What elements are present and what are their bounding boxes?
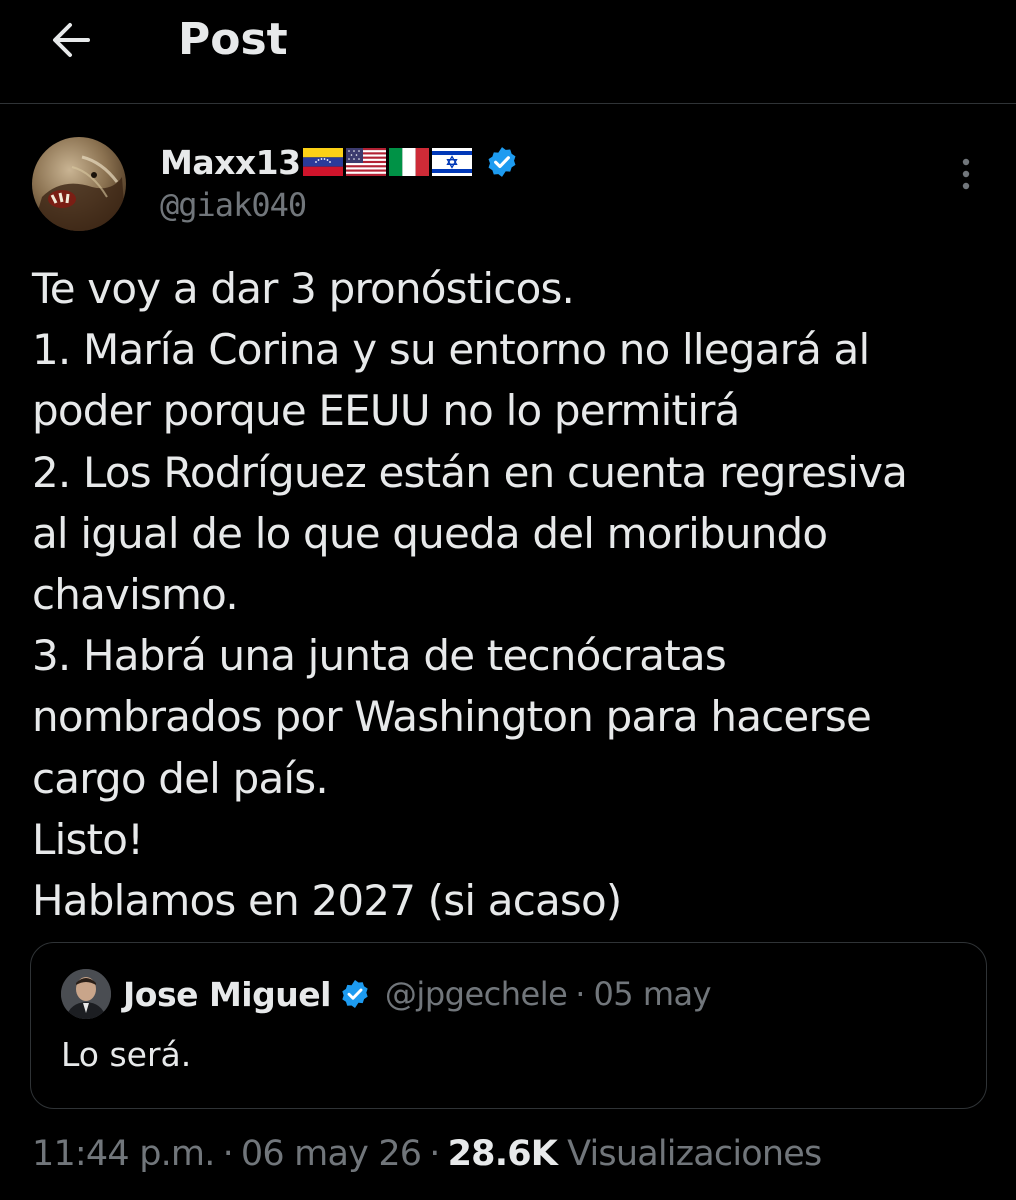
post-text-line: cargo del país. [32,753,329,803]
verified-badge-icon [342,980,368,1008]
post-text-line: Te voy a dar 3 pronósticos. [32,264,575,313]
usa-flag-icon [345,148,386,176]
post-text: Te voy a dar 3 pronósticos. 1. María Cor… [32,258,992,931]
post-text-line: poder porque EEUU no lo permitirá [32,386,740,436]
back-button[interactable] [40,12,100,68]
quoted-post-text: Lo será. [61,1035,192,1074]
more-options-button[interactable] [946,152,986,196]
author-name-row[interactable]: Maxx13 [160,140,519,184]
author-avatar[interactable] [32,137,126,231]
post-text-line: 2. Los Rodríguez están en cuenta regresi… [32,447,908,497]
separator-dot: · [429,1134,440,1174]
top-bar: Post [0,0,1016,104]
quoted-author-handle[interactable]: @jpgechele [385,975,568,1013]
author-display-name[interactable]: Maxx13 [160,143,301,182]
quoted-author-name[interactable]: Jose Miguel [123,975,331,1014]
venezuela-flag-icon [302,148,343,176]
separator-dot: · [575,975,586,1013]
separator-dot: · [222,1134,234,1174]
quoted-post-card[interactable]: Jose Miguel @jpgechele · 05 may Lo será. [30,942,987,1109]
views-count[interactable]: 28.6K [448,1134,558,1174]
verified-badge-icon[interactable] [485,145,519,179]
views-label[interactable]: Visualizaciones [567,1134,822,1174]
flags-group [302,148,475,176]
post-date[interactable]: 06 may 26 [241,1134,422,1174]
page-title: Post [178,14,288,65]
arrow-left-icon [53,23,90,57]
author-handle[interactable]: @giak040 [160,186,307,224]
italy-flag-icon [388,148,429,176]
post-time[interactable]: 11:44 p.m. [32,1134,215,1174]
quoted-post-header: Jose Miguel @jpgechele · 05 may [123,971,712,1017]
post-text-line: Hablamos en 2027 (si acaso) [32,876,622,926]
post-text-line: Listo! [32,814,144,864]
post-text-line: chavismo. [32,570,239,620]
israel-flag-icon [431,148,472,176]
post-text-line: nombrados por Washington para hacerse [32,692,872,742]
quoted-post-date[interactable]: 05 may [593,975,711,1013]
post-text-line: 1. María Corina y su entorno no llegará … [32,325,870,375]
post-text-line: al igual de lo que queda del moribundo [32,508,828,558]
quoted-author-avatar[interactable] [61,969,111,1019]
post-metadata: 11:44 p.m. · 06 may 26 · 28.6K Visualiza… [32,1130,822,1178]
more-vertical-icon [962,158,970,190]
post-text-line: 3. Habrá una junta de tecnócratas [32,631,727,681]
